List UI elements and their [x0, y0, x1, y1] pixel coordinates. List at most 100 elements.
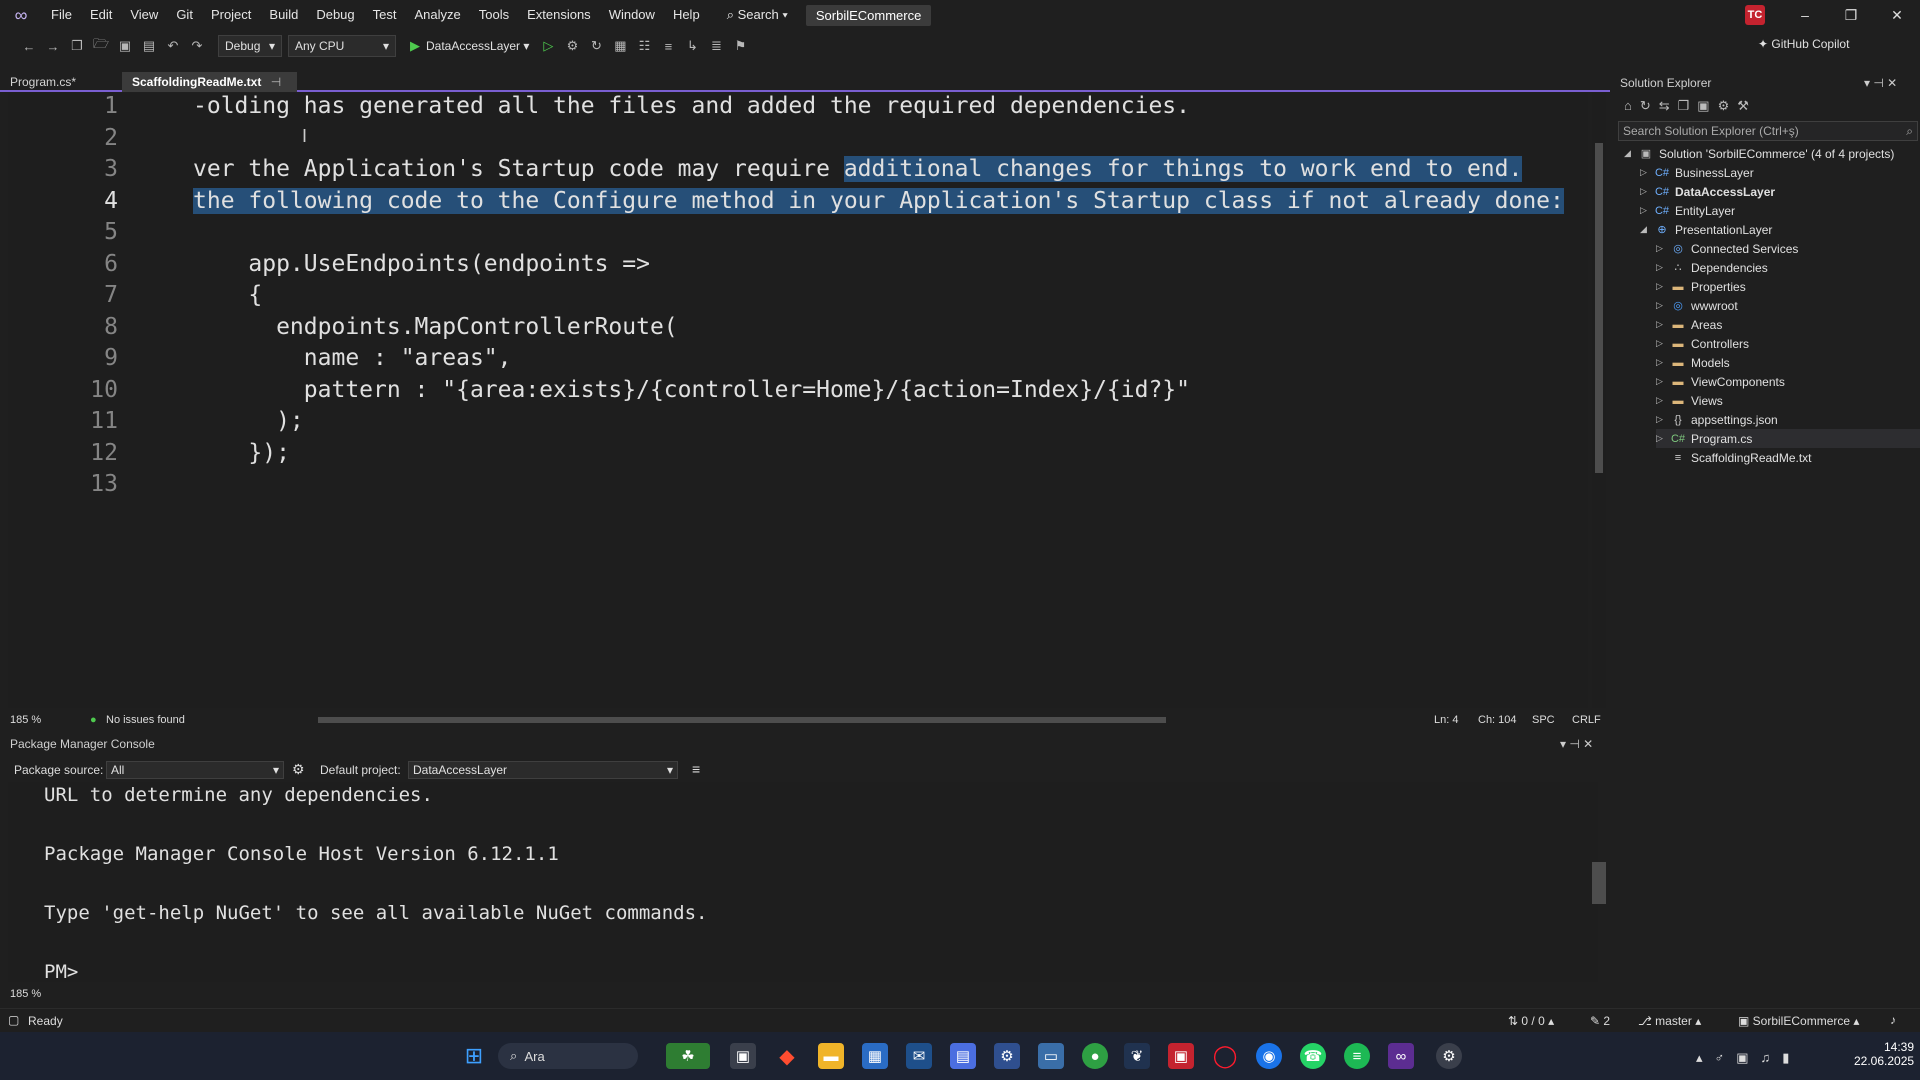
comment-icon[interactable]: ≣: [705, 35, 727, 57]
tree-item[interactable]: ▷ C# EntityLayer: [1640, 201, 1735, 220]
pin-icon[interactable]: ⊣: [271, 75, 281, 89]
mail-icon[interactable]: ✉: [906, 1043, 932, 1069]
refresh-icon[interactable]: ↻: [585, 35, 607, 57]
widgets-icon[interactable]: ☘: [666, 1043, 710, 1069]
code-editor[interactable]: 1 2 3 4 5 6 7 8 9 10 11 12 13 -olding has generated …: [8, 93, 1588, 708]
task-view-icon[interactable]: ▣: [730, 1043, 756, 1069]
tree-item[interactable]: ▷ ◎ wwwroot: [1656, 296, 1738, 315]
undo-icon[interactable]: ↶: [162, 35, 184, 57]
menu-tools[interactable]: Tools: [470, 0, 518, 30]
back-icon[interactable]: ←: [18, 35, 40, 57]
system-tray-icons[interactable]: ▴♂▣♫▮: [1696, 1050, 1801, 1066]
tree-item[interactable]: ≡ ScaffoldingReadMe.txt: [1656, 448, 1812, 467]
menu-git[interactable]: Git: [167, 0, 202, 30]
settings-gear-icon[interactable]: ⚙: [292, 761, 305, 778]
menu-debug[interactable]: Debug: [307, 0, 363, 30]
editor-vertical-scrollbar[interactable]: [1592, 93, 1606, 708]
taskbar-search-box[interactable]: ⌕ Ara: [498, 1043, 638, 1069]
pmc-console[interactable]: URL to determine any dependencies. Packag…: [8, 782, 1598, 983]
tree-item[interactable]: ▷ C# DataAccessLayer: [1640, 182, 1775, 201]
file-explorer-icon[interactable]: ▬: [818, 1043, 844, 1069]
chevron-right-icon[interactable]: ▷: [1656, 319, 1670, 330]
tree-item[interactable]: ▷ ▬ Properties: [1656, 277, 1746, 296]
new-project-icon[interactable]: ❐: [66, 35, 88, 57]
start-debugging-button[interactable]: ▶ DataAccessLayer ▾: [410, 38, 529, 54]
chevron-right-icon[interactable]: ▷: [1656, 357, 1670, 368]
branch-indicator[interactable]: ⎇ master ▴: [1638, 1014, 1701, 1028]
chevron-right-icon[interactable]: ▷: [1640, 205, 1654, 216]
default-project-dropdown[interactable]: DataAccessLayer ▾: [408, 761, 678, 779]
edits-indicator[interactable]: ✎ 2: [1590, 1014, 1610, 1028]
chevron-right-icon[interactable]: ▷: [1656, 243, 1670, 254]
terminal-icon[interactable]: ▭: [1038, 1043, 1064, 1069]
tree-item[interactable]: ▷ C# Program.cs: [1656, 429, 1920, 448]
line-ending-indicator[interactable]: CRLF: [1572, 714, 1601, 726]
forward-icon[interactable]: →: [42, 35, 64, 57]
mysql-icon[interactable]: ❦: [1124, 1043, 1150, 1069]
chevron-down-icon[interactable]: ◢: [1640, 224, 1654, 235]
menu-build[interactable]: Build: [260, 0, 307, 30]
ssms-icon[interactable]: ▣: [1168, 1043, 1194, 1069]
chevron-right-icon[interactable]: ▷: [1656, 433, 1670, 444]
duo-icon[interactable]: ●: [1082, 1043, 1108, 1069]
chevron-right-icon[interactable]: ▷: [1656, 262, 1670, 273]
menu-project[interactable]: Project: [202, 0, 260, 30]
chevron-right-icon[interactable]: ▷: [1656, 338, 1670, 349]
tree-item[interactable]: ◢ ⊕ PresentationLayer: [1640, 220, 1772, 239]
app-icon[interactable]: ⚙: [1436, 1043, 1462, 1069]
remote-desktop-icon[interactable]: ▦: [862, 1043, 888, 1069]
menu-test[interactable]: Test: [364, 0, 406, 30]
chevron-down-icon[interactable]: ◢: [1624, 148, 1638, 159]
package-source-dropdown[interactable]: All ▾: [106, 761, 284, 779]
menu-file[interactable]: File: [42, 0, 81, 30]
store-icon[interactable]: ▤: [950, 1043, 976, 1069]
format-icon[interactable]: ≡: [657, 35, 679, 57]
solution-explorer-search-input[interactable]: Search Solution Explorer (Ctrl+ş) ⌕: [1618, 121, 1918, 141]
save-all-icon[interactable]: ▤: [138, 35, 160, 57]
save-icon[interactable]: ▣: [114, 35, 136, 57]
attach-icon[interactable]: ⚙: [561, 35, 583, 57]
visual-studio-taskbar-icon[interactable]: ∞: [1388, 1043, 1414, 1069]
solution-explorer-options-icon[interactable]: ▾ ⊣ ✕: [1864, 76, 1897, 90]
menu-edit[interactable]: Edit: [81, 0, 121, 30]
tree-item[interactable]: ◢ ▣ Solution 'SorbilECommerce' (4 of 4 pro…: [1624, 144, 1894, 163]
menu-analyze[interactable]: Analyze: [405, 0, 469, 30]
whatsapp-icon[interactable]: ☎: [1300, 1043, 1326, 1069]
avatar[interactable]: TC: [1745, 5, 1765, 25]
zoom-level[interactable]: 185 %: [10, 714, 41, 726]
layout-icon[interactable]: ☷: [633, 35, 655, 57]
github-copilot-button[interactable]: ✦ GitHub Copilot: [1758, 37, 1849, 51]
chevron-right-icon[interactable]: ▷: [1656, 300, 1670, 311]
bookmark-icon[interactable]: ⚑: [729, 35, 751, 57]
browse-icon[interactable]: ▦: [609, 35, 631, 57]
chevron-right-icon[interactable]: ▷: [1656, 395, 1670, 406]
tab-scaffolding-readme[interactable]: ScaffoldingReadMe.txt ⊣ ✕: [122, 72, 297, 109]
notifications-icon[interactable]: ♪: [1890, 1013, 1896, 1027]
tree-item[interactable]: ▷ ▬ Controllers: [1656, 334, 1749, 353]
tree-item[interactable]: ▷ {} appsettings.json: [1656, 410, 1778, 429]
clear-console-icon[interactable]: ≡: [692, 761, 700, 777]
tab-program-cs[interactable]: Program.cs*: [0, 72, 120, 92]
console-zoom-level[interactable]: 185 %: [10, 988, 41, 1000]
tree-item[interactable]: ▷ ▬ Areas: [1656, 315, 1722, 334]
step-icon[interactable]: ↳: [681, 35, 703, 57]
redo-icon[interactable]: ↷: [186, 35, 208, 57]
menu-help[interactable]: Help: [664, 0, 709, 30]
search-button[interactable]: ⌕ Search ▾: [719, 7, 796, 23]
tree-item[interactable]: ▷ ◎ Connected Services: [1656, 239, 1798, 258]
menu-view[interactable]: View: [121, 0, 167, 30]
anydesk-icon[interactable]: ◆: [774, 1043, 800, 1069]
whitespace-indicator[interactable]: SPC: [1532, 714, 1555, 726]
spotify-icon[interactable]: ≡: [1344, 1043, 1370, 1069]
chevron-right-icon[interactable]: ▷: [1656, 281, 1670, 292]
repo-indicator[interactable]: ▣ SorbilECommerce ▴: [1738, 1014, 1859, 1028]
solution-explorer-toolbar[interactable]: ⌂↻⇆❐▣⚙⚒: [1624, 98, 1757, 114]
windows-start-icon[interactable]: ⊞: [461, 1043, 487, 1069]
opera-icon[interactable]: ◯: [1212, 1043, 1238, 1069]
chevron-right-icon[interactable]: ▷: [1640, 167, 1654, 178]
changes-indicator[interactable]: ⇅ 0 / 0 ▴: [1508, 1014, 1554, 1028]
platform-dropdown[interactable]: Any CPU ▾: [288, 35, 396, 57]
minimize-button[interactable]: –: [1782, 0, 1828, 30]
console-scrollbar-thumb[interactable]: [1592, 862, 1606, 904]
chevron-right-icon[interactable]: ▷: [1656, 376, 1670, 387]
